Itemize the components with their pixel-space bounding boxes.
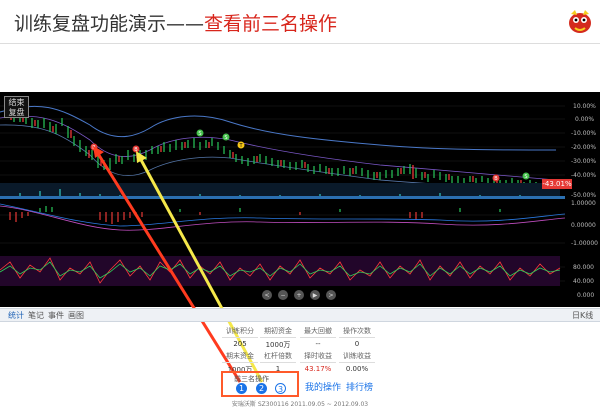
tab-notes[interactable]: 笔记 bbox=[28, 310, 44, 321]
stat-cell: 杠杆倍数 1 bbox=[260, 351, 296, 373]
kdj-label: 0.000 bbox=[577, 292, 595, 299]
op-rank-1-button[interactable]: 1 bbox=[236, 383, 247, 394]
y-label: -10.00% bbox=[571, 130, 597, 137]
y-label: -30.00% bbox=[571, 158, 597, 165]
stat-label: 期初资金 bbox=[260, 326, 296, 338]
macd-label: 1.00000 bbox=[571, 200, 596, 207]
stat-cell: 操作次数 0 bbox=[339, 326, 375, 348]
kdj-label: 40.000 bbox=[573, 278, 594, 285]
stat-value: 205 bbox=[233, 340, 247, 348]
stat-label: 操作次数 bbox=[339, 326, 375, 338]
stat-label: 择时收益 bbox=[300, 351, 336, 363]
op-rank-3-button[interactable]: 3 bbox=[275, 383, 286, 394]
bottom-tabs: 统计 笔记 事件 画图 日K线 bbox=[0, 308, 600, 322]
stat-value: 0.00% bbox=[345, 365, 369, 373]
tab-stats[interactable]: 统计 bbox=[8, 310, 24, 321]
svg-text:S: S bbox=[224, 135, 227, 141]
svg-text:▶: ▶ bbox=[313, 292, 318, 299]
svg-text:<: < bbox=[264, 292, 269, 299]
svg-text:S: S bbox=[524, 174, 527, 180]
macd-label: -1.00000 bbox=[571, 240, 598, 247]
period-label[interactable]: 日K线 bbox=[572, 310, 593, 321]
stat-cell: 期初资金 1000万 bbox=[260, 326, 296, 350]
current-return-badge: -43.01% bbox=[542, 179, 572, 189]
stat-label: 训练收益 bbox=[339, 351, 375, 363]
stat-value: -- bbox=[315, 340, 321, 348]
end-replay-button[interactable]: 结束复盘 bbox=[4, 96, 29, 118]
op-rank-2-button[interactable]: 2 bbox=[256, 383, 267, 394]
y-label: -20.00% bbox=[571, 144, 597, 151]
svg-text:+: + bbox=[296, 292, 301, 299]
stat-value: 0 bbox=[354, 340, 360, 348]
tab-events[interactable]: 事件 bbox=[48, 310, 64, 321]
stat-cell: 最大回撤 -- bbox=[300, 326, 336, 348]
stat-value: 1000万 bbox=[265, 341, 291, 349]
stat-label: 最大回撤 bbox=[300, 326, 336, 338]
my-ops-link[interactable]: 我的操作 bbox=[305, 380, 341, 393]
y-label: -40.00% bbox=[571, 172, 597, 179]
kdj-label: 80.000 bbox=[573, 264, 594, 271]
stat-cell: 训练积分 205 bbox=[222, 326, 258, 348]
stat-cell: 择时收益 43.17% bbox=[300, 351, 336, 373]
footer-stock-info: 安瑞沃斯 SZ300116 2011.09.05 ~ 2012.09.03 bbox=[231, 401, 369, 408]
stat-value: 43.17% bbox=[304, 365, 332, 373]
svg-text:−: − bbox=[280, 292, 285, 299]
y-label: 10.00% bbox=[573, 103, 596, 110]
svg-text:S: S bbox=[198, 131, 201, 137]
svg-text:B: B bbox=[494, 176, 498, 182]
stat-label: 训练积分 bbox=[222, 326, 258, 338]
y-label: -50.00% bbox=[571, 192, 597, 199]
y-label: 0.00% bbox=[575, 116, 595, 123]
stat-label: 期末资金 bbox=[222, 351, 258, 363]
stat-label: 杠杆倍数 bbox=[260, 351, 296, 363]
macd-label: 0.00000 bbox=[571, 222, 596, 229]
svg-text:>: > bbox=[328, 292, 333, 299]
stat-cell: 训练收益 0.00% bbox=[339, 351, 375, 373]
tab-draw[interactable]: 画图 bbox=[68, 310, 84, 321]
ranking-link[interactable]: 排行榜 bbox=[346, 380, 373, 393]
